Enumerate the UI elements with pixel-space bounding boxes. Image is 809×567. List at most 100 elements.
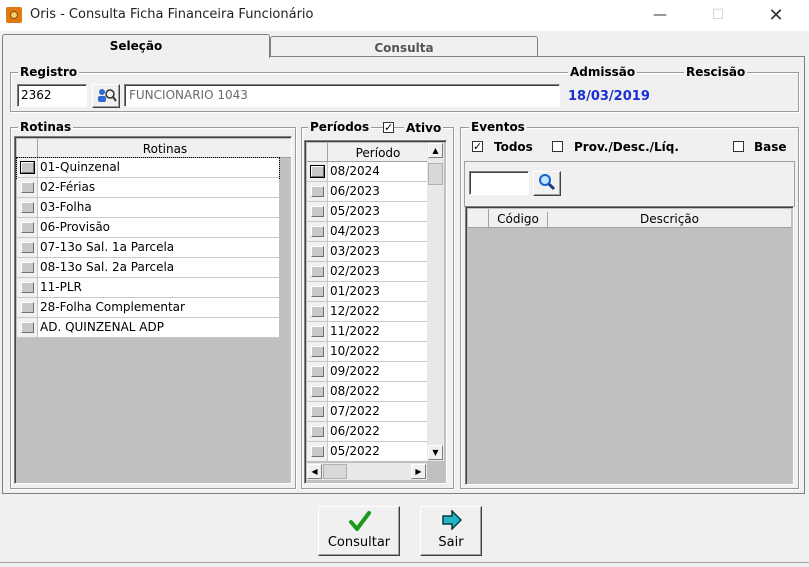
base-checkbox[interactable]	[733, 141, 744, 152]
eventos-grid[interactable]: Código Descrição	[465, 206, 794, 485]
periodo-row[interactable]: 06/2022	[307, 422, 427, 442]
row-selector-icon[interactable]	[311, 186, 324, 197]
consultar-button[interactable]: Consultar	[318, 506, 400, 556]
consultar-label: Consultar	[327, 535, 391, 550]
row-selector-icon[interactable]	[311, 206, 324, 217]
window-title: Oris - Consulta Ficha Financeira Funcion…	[30, 7, 314, 22]
rotina-row[interactable]: AD. QUINZENAL ADP	[17, 318, 279, 338]
rotina-row[interactable]: 06-Provisão	[17, 218, 279, 238]
row-selector-icon[interactable]	[21, 202, 34, 213]
maximize-icon[interactable]: ☐	[695, 0, 741, 31]
title-bar: Oris - Consulta Ficha Financeira Funcion…	[0, 0, 809, 31]
row-selector-icon[interactable]	[311, 226, 324, 237]
periodos-header: Período	[307, 143, 427, 162]
row-selector-icon[interactable]	[311, 306, 324, 317]
row-selector-icon[interactable]	[21, 262, 34, 273]
periodo-row[interactable]: 03/2023	[307, 242, 427, 262]
periodo-row[interactable]: 06/2023	[307, 182, 427, 202]
row-selector-icon[interactable]	[21, 222, 34, 233]
row-selector-icon[interactable]	[21, 242, 34, 253]
row-selector-icon[interactable]	[311, 346, 324, 357]
periodo-row[interactable]: 04/2023	[307, 222, 427, 242]
periodo-row[interactable]: 08/2024	[307, 162, 427, 182]
row-selector-icon[interactable]	[21, 322, 34, 333]
sair-button[interactable]: Sair	[420, 506, 482, 556]
descricao-column-header: Descrição	[639, 212, 700, 226]
row-selector-icon[interactable]	[311, 366, 324, 377]
rotina-row[interactable]: 08-13o Sal. 2a Parcela	[17, 258, 279, 278]
rotina-row[interactable]: 01-Quinzenal	[16, 157, 280, 179]
todos-label: Todos	[494, 140, 533, 154]
periodos-hscrollbar[interactable]: ◀ ▶	[307, 463, 427, 480]
rotina-row[interactable]: 07-13o Sal. 1a Parcela	[17, 238, 279, 258]
rotinas-grid[interactable]: Rotinas 01-Quinzenal 02-Férias 03-Folha 06-…	[14, 136, 292, 484]
periodo-label: 09/2022	[330, 364, 380, 378]
registro-input[interactable]: 2362	[17, 84, 87, 107]
periodo-row[interactable]: 11/2022	[307, 322, 427, 342]
tab-selecao[interactable]: Seleção	[2, 34, 270, 58]
periodos-grid[interactable]: Período 08/2024 06/2023 05/2023 04/2023 03/2…	[304, 140, 447, 484]
periodo-label: 08/2024	[330, 164, 380, 178]
app-icon	[6, 7, 22, 23]
row-selector-icon[interactable]	[311, 386, 324, 397]
prov-desc-liq-checkbox[interactable]	[552, 141, 563, 152]
periodo-row[interactable]: 05/2022	[307, 442, 427, 461]
rotina-row[interactable]: 02-Férias	[17, 178, 279, 198]
row-selector-icon[interactable]	[311, 426, 324, 437]
scroll-right-icon[interactable]: ▶	[411, 464, 426, 479]
rotina-label: 11-PLR	[40, 280, 82, 294]
row-selector-icon[interactable]	[21, 182, 34, 193]
scroll-up-icon[interactable]: ▲	[428, 143, 443, 158]
minimize-icon[interactable]: —	[637, 0, 683, 31]
eventos-title: Eventos	[469, 120, 527, 134]
ativo-label: Ativo	[404, 121, 444, 135]
row-selector-icon[interactable]	[311, 326, 324, 337]
search-employee-button[interactable]	[92, 84, 120, 108]
todos-checkbox[interactable]: ✓	[472, 141, 483, 152]
rotina-row[interactable]: 28-Folha Complementar	[17, 298, 279, 318]
periodos-vscrollbar[interactable]: ▲ ▼	[427, 143, 444, 461]
rotina-label: 02-Férias	[40, 180, 96, 194]
ativo-checkbox[interactable]: ✓	[383, 122, 394, 133]
rotina-label: 08-13o Sal. 2a Parcela	[40, 260, 175, 274]
eventos-header: Código Descrição	[468, 209, 791, 228]
close-icon[interactable]: ✕	[753, 0, 799, 31]
hscroll-thumb[interactable]	[323, 464, 347, 479]
tab-consulta[interactable]: Consulta	[270, 36, 538, 58]
row-selector-icon[interactable]	[310, 165, 325, 178]
periodo-row[interactable]: 08/2022	[307, 382, 427, 402]
evento-search-button[interactable]	[533, 171, 561, 196]
evento-search-input[interactable]	[469, 171, 529, 195]
rotinas-column-header: Rotinas	[142, 142, 188, 156]
row-selector-icon[interactable]	[311, 286, 324, 297]
vscroll-thumb[interactable]	[428, 163, 443, 185]
periodo-row[interactable]: 02/2023	[307, 262, 427, 282]
rotina-row[interactable]: 03-Folha	[17, 198, 279, 218]
periodo-row[interactable]: 12/2022	[307, 302, 427, 322]
periodo-label: 05/2023	[330, 204, 380, 218]
rotina-label: 07-13o Sal. 1a Parcela	[40, 240, 175, 254]
row-selector-icon[interactable]	[311, 406, 324, 417]
row-selector-icon[interactable]	[21, 302, 34, 313]
scroll-left-icon[interactable]: ◀	[307, 464, 322, 479]
checkmark-icon	[349, 511, 371, 531]
scroll-down-icon[interactable]: ▼	[428, 445, 443, 460]
row-selector-icon[interactable]	[21, 282, 34, 293]
periodo-label: 08/2022	[330, 384, 380, 398]
row-selector-icon[interactable]	[20, 161, 35, 174]
row-selector-icon[interactable]	[311, 246, 324, 257]
rotina-row[interactable]: 11-PLR	[17, 278, 279, 298]
row-selector-icon[interactable]	[311, 266, 324, 277]
periodo-label: 07/2022	[330, 404, 380, 418]
periodo-row[interactable]: 01/2023	[307, 282, 427, 302]
periodo-row[interactable]: 09/2022	[307, 362, 427, 382]
periodo-label: 04/2023	[330, 224, 380, 238]
row-selector-icon[interactable]	[311, 446, 324, 457]
rotina-label: 01-Quinzenal	[40, 160, 121, 174]
people-search-icon	[98, 89, 117, 102]
periodos-title: Períodos	[308, 120, 372, 134]
periodo-row[interactable]: 07/2022	[307, 402, 427, 422]
periodo-row[interactable]: 05/2023	[307, 202, 427, 222]
codigo-column-header: Código	[489, 212, 548, 227]
periodo-row[interactable]: 10/2022	[307, 342, 427, 362]
